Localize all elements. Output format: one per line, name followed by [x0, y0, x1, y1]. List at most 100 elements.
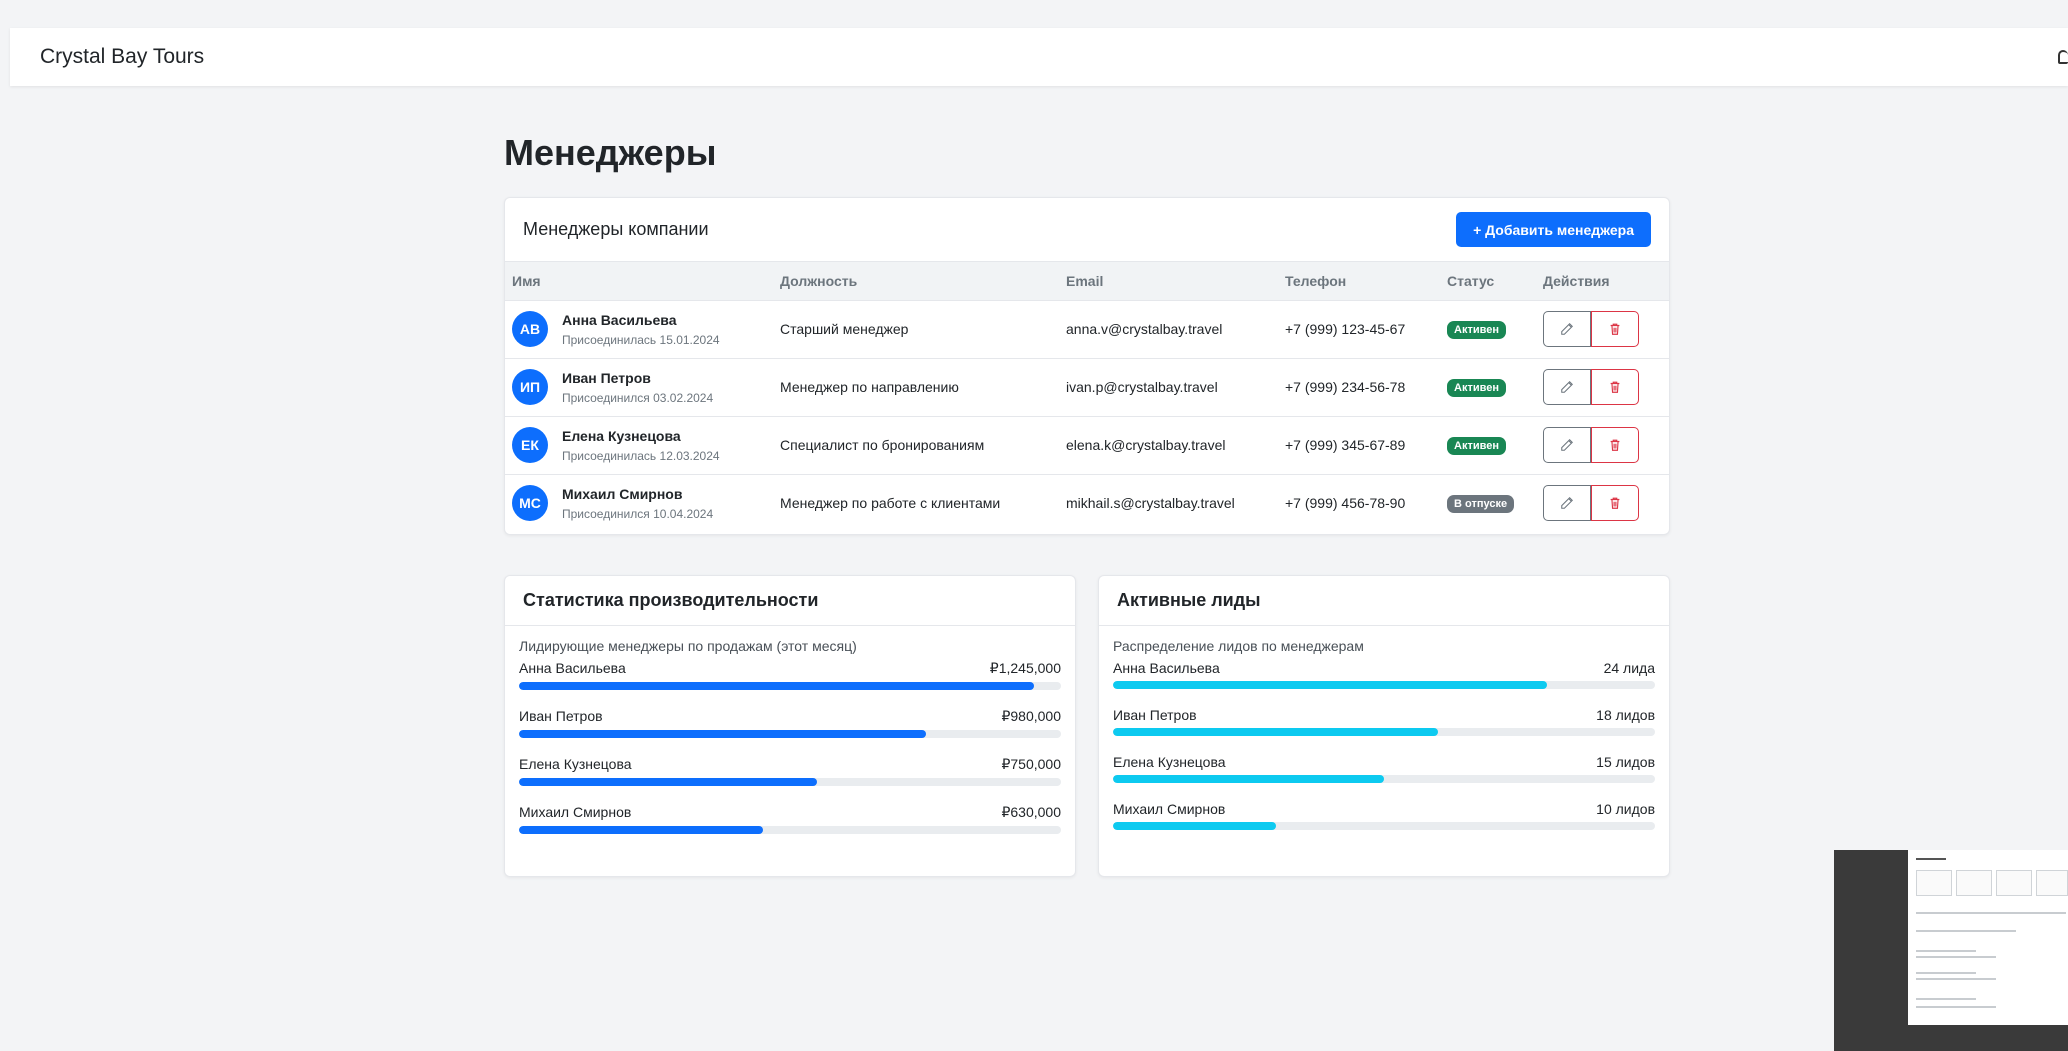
progress-value: ₽980,000: [1001, 708, 1061, 724]
progress-item: Михаил Смирнов 10 лидов: [1113, 801, 1655, 830]
progress-fill: [1113, 728, 1439, 736]
avatar: ЕК: [512, 427, 548, 463]
trash-icon: [1610, 381, 1620, 393]
edit-button[interactable]: [1543, 485, 1591, 522]
status-badge: Активен: [1447, 320, 1506, 339]
trash-icon: [1610, 497, 1620, 510]
progress-fill: [1113, 681, 1547, 689]
trash-icon: [1610, 439, 1620, 451]
manager-position: Менеджер по работе с клиентами: [780, 495, 1001, 512]
column-header-name: Имя: [512, 272, 541, 289]
table-header-row: Имя Должность Email Телефон Статус Дейст…: [505, 262, 1669, 300]
manager-name: Михаил Смирнов: [562, 485, 683, 502]
managers-card: Менеджеры компании + Добавить менеджера …: [504, 197, 1670, 535]
bell-icon[interactable]: [2058, 50, 2068, 64]
progress-value: 10 лидов: [1596, 801, 1655, 817]
leads-subtitle: Распределение лидов по менеджерам: [1113, 638, 1364, 654]
manager-phone: +7 (999) 123-45-67: [1285, 321, 1406, 337]
progress-fill: [519, 778, 818, 786]
name-cell: ИП Иван Петров Присоединился 03.02.2024: [505, 358, 773, 416]
active-leads-card: Активные лиды Распределение лидов по мен…: [1098, 575, 1670, 877]
managers-card-header: Менеджеры компании + Добавить менеджера: [505, 198, 1669, 262]
progress-value: 24 лида: [1603, 660, 1655, 676]
progress-track: [1113, 822, 1655, 830]
progress-value: 15 лидов: [1596, 754, 1655, 770]
progress-item: Анна Васильева ₽1,245,000: [519, 660, 1061, 690]
progress-label: Иван Петров: [519, 708, 603, 724]
table-row: ИП Иван Петров Присоединился 03.02.2024 Мен…: [505, 358, 1669, 416]
page-title: Менеджеры: [504, 132, 717, 173]
progress-track: [1113, 681, 1655, 689]
name-cell: МС Михаил Смирнов Присоединился 10.04.2024: [505, 474, 773, 532]
actions-cell: [1536, 416, 1669, 474]
manager-email: ivan.p@crystalbay.travel: [1066, 379, 1218, 395]
progress-fill: [1113, 822, 1276, 830]
delete-button[interactable]: [1591, 485, 1639, 522]
edit-button[interactable]: [1543, 311, 1591, 347]
manager-position: Менеджер по направлению: [780, 379, 959, 395]
progress-fill: [519, 730, 926, 738]
progress-label: Михаил Смирнов: [519, 804, 632, 820]
status-badge: В отпуске: [1447, 494, 1515, 513]
status-cell: Активен: [1440, 300, 1536, 358]
progress-track: [1113, 728, 1655, 736]
pencil-icon: [1561, 439, 1573, 451]
column-header-phone: Телефон: [1285, 272, 1347, 289]
managers-table: Имя Должность Email Телефон Статус Дейст…: [505, 262, 1669, 532]
brand-name[interactable]: Crystal Bay Tours: [40, 45, 204, 69]
status-badge: Активен: [1447, 436, 1506, 455]
delete-button[interactable]: [1591, 311, 1639, 347]
pencil-icon: [1561, 323, 1573, 335]
progress-track: [519, 682, 1061, 690]
progress-value: ₽630,000: [1001, 804, 1061, 820]
performance-stats-card: Статистика производительности Лидирующие…: [504, 575, 1076, 877]
avatar: АВ: [512, 311, 548, 347]
manager-joined-date: Присоединился 10.04.2024: [562, 506, 714, 521]
progress-item: Елена Кузнецова ₽750,000: [519, 756, 1061, 786]
progress-label: Анна Васильева: [519, 660, 626, 676]
status-cell: Активен: [1440, 416, 1536, 474]
progress-track: [1113, 775, 1655, 783]
column-header-email: Email: [1066, 272, 1104, 289]
preview-page: [1908, 850, 2068, 1025]
table-row: ЕК Елена Кузнецова Присоединилась 12.03.20…: [505, 416, 1669, 474]
edit-button[interactable]: [1543, 369, 1591, 405]
progress-fill: [1113, 775, 1384, 783]
stats-card-body: Лидирующие менеджеры по продажам (этот м…: [505, 626, 1075, 864]
delete-button[interactable]: [1591, 369, 1639, 405]
trash-icon: [1610, 323, 1620, 335]
column-header-actions: Действия: [1543, 272, 1610, 289]
actions-cell: [1536, 300, 1669, 358]
screen-preview-thumbnail: [1834, 850, 2068, 1051]
status-cell: В отпуске: [1440, 474, 1536, 532]
progress-item: Иван Петров 18 лидов: [1113, 707, 1655, 736]
name-cell: АВ Анна Васильева Присоединилась 15.01.202…: [505, 300, 773, 358]
manager-phone: +7 (999) 345-67-89: [1285, 437, 1406, 453]
add-manager-button[interactable]: + Добавить менеджера: [1456, 212, 1651, 247]
actions-cell: [1536, 474, 1669, 532]
table-row: АВ Анна Васильева Присоединилась 15.01.202…: [505, 300, 1669, 358]
manager-joined-date: Присоединилась 12.03.2024: [562, 448, 720, 463]
delete-button[interactable]: [1591, 427, 1639, 463]
edit-button[interactable]: [1543, 427, 1591, 463]
progress-item: Анна Васильева 24 лида: [1113, 660, 1655, 689]
column-header-status: Статус: [1447, 272, 1495, 289]
manager-name: Иван Петров: [562, 369, 651, 386]
progress-item: Иван Петров ₽980,000: [519, 708, 1061, 738]
pencil-icon: [1561, 381, 1573, 393]
top-navbar: Crystal Bay Tours: [10, 28, 2068, 86]
avatar: ИП: [512, 369, 548, 405]
progress-value: ₽750,000: [1001, 756, 1061, 772]
progress-label: Михаил Смирнов: [1113, 801, 1226, 817]
name-cell: ЕК Елена Кузнецова Присоединилась 12.03.20…: [505, 416, 773, 474]
progress-label: Елена Кузнецова: [1113, 754, 1226, 770]
stats-subtitle: Лидирующие менеджеры по продажам (этот м…: [519, 638, 857, 654]
manager-joined-date: Присоединилась 15.01.2024: [562, 332, 720, 347]
manager-name: Анна Васильева: [562, 311, 677, 328]
progress-value: 18 лидов: [1596, 707, 1655, 723]
status-cell: Активен: [1440, 358, 1536, 416]
manager-email: mikhail.s@crystalbay.travel: [1066, 495, 1235, 512]
leads-card-header: Активные лиды: [1099, 576, 1669, 626]
column-header-position: Должность: [780, 272, 858, 289]
progress-track: [519, 730, 1061, 738]
